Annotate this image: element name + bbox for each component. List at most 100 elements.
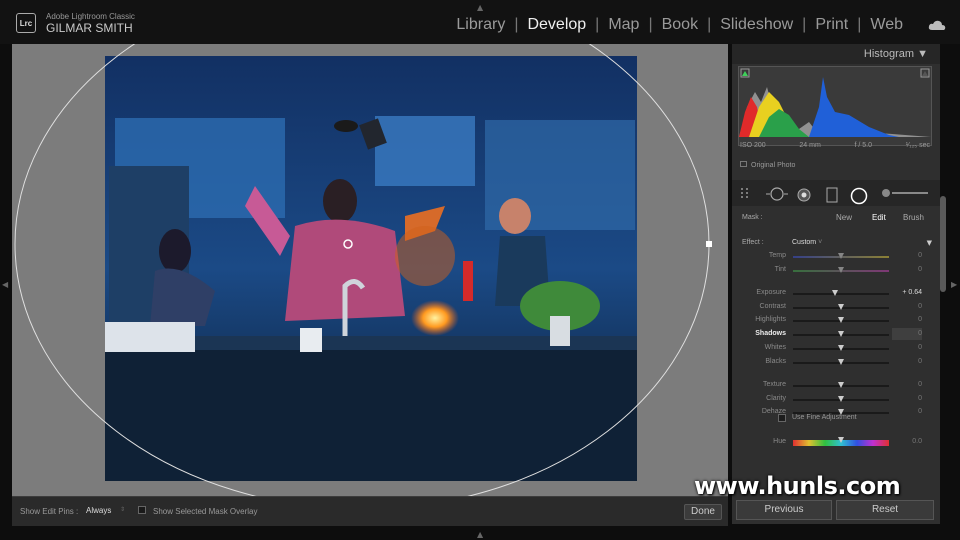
slider-value[interactable]: 0 [918, 252, 922, 259]
adjustment-brush-icon[interactable] [880, 187, 930, 199]
slider-thumb[interactable] [832, 290, 839, 296]
show-edit-pins-dropdown[interactable]: Always [86, 506, 111, 515]
mask-row: Mask : New Edit Brush [732, 210, 940, 226]
slider-value[interactable]: 0 [918, 358, 922, 365]
slider-track[interactable] [793, 267, 889, 273]
slider-value[interactable]: 0 [918, 316, 922, 323]
slider-value[interactable]: 0.0 [912, 438, 922, 445]
radial-filter-icon[interactable] [850, 187, 868, 205]
mask-new-option[interactable]: New [836, 213, 852, 222]
slider-row-whites: Whites 0 [732, 342, 940, 355]
module-picker: Library | Develop | Map | Book | Slideshow | … [447, 16, 912, 34]
grid-icon[interactable] [740, 187, 750, 199]
slider-label: Whites [764, 344, 786, 351]
slider-track[interactable] [793, 382, 889, 388]
effect-dropdown-text: Custom [792, 239, 817, 246]
original-photo-label: Original Photo [751, 162, 796, 169]
top-panel-toggle-icon[interactable]: ▲ [477, 3, 483, 12]
slider-track[interactable] [793, 331, 889, 337]
histogram-title-text: Histogram [863, 48, 915, 60]
mask-brush-option[interactable]: Brush [903, 213, 924, 222]
reset-button[interactable]: Reset [836, 500, 934, 520]
histogram[interactable] [738, 66, 932, 146]
slider-thumb[interactable] [838, 396, 844, 402]
module-develop[interactable]: Develop [518, 16, 595, 34]
graduated-filter-icon[interactable] [826, 187, 838, 203]
histogram-graph [739, 68, 931, 137]
slider-label: Exposure [756, 289, 786, 296]
fine-adjustment-row[interactable]: Use Fine Adjustment [778, 412, 938, 426]
slider-value[interactable]: 0 [918, 303, 922, 310]
slider-value[interactable]: 0 [918, 395, 922, 402]
dropdown-stepper-icon[interactable]: ⇕ [120, 506, 125, 513]
module-library[interactable]: Library [447, 16, 514, 34]
cloud-icon[interactable] [928, 20, 946, 30]
panel-scrollbar[interactable] [940, 196, 946, 292]
chevron-down-icon: ˅ [818, 239, 823, 246]
show-overlay-label: Show Selected Mask Overlay [153, 507, 258, 516]
slider-track[interactable] [793, 359, 889, 365]
original-photo-row[interactable]: Original Photo [740, 161, 795, 169]
slider-row-clarity: Clarity 0 [732, 393, 940, 406]
mask-handle[interactable] [706, 241, 712, 247]
identity-plate: Adobe Lightroom Classic GILMAR SMITH [46, 12, 135, 35]
mask-label: Mask : [742, 214, 763, 221]
slider-label: Blacks [765, 358, 786, 365]
slider-thumb[interactable] [838, 304, 844, 310]
tool-strip [732, 180, 940, 206]
slider-row-blacks: Blacks 0 [732, 356, 940, 369]
slider-thumb[interactable] [838, 345, 844, 351]
module-web[interactable]: Web [861, 16, 912, 34]
fine-adjustment-label: Use Fine Adjustment [792, 414, 857, 421]
slider-value[interactable]: 0 [918, 266, 922, 273]
radial-mask-overlay[interactable] [12, 44, 728, 496]
panel-button-row: Previous Reset [732, 498, 940, 524]
right-panel-toggle-icon[interactable]: ▶ [951, 280, 957, 289]
slider-value[interactable]: 0 [918, 381, 922, 388]
original-photo-checkbox[interactable] [740, 161, 747, 167]
effect-dropdown[interactable]: Custom ˅ [792, 239, 822, 246]
spot-removal-icon[interactable] [766, 187, 788, 201]
slider-label: Contrast [759, 303, 786, 310]
image-canvas[interactable] [12, 44, 728, 496]
red-eye-icon[interactable] [796, 187, 812, 203]
slider-thumb[interactable] [838, 253, 844, 259]
slider-thumb[interactable] [838, 331, 844, 337]
slider-track[interactable] [793, 345, 889, 351]
show-overlay-checkbox[interactable] [138, 506, 146, 514]
slider-thumb[interactable] [838, 317, 844, 323]
module-slideshow[interactable]: Slideshow [711, 16, 802, 34]
slider-thumb[interactable] [838, 267, 844, 273]
slider-thumb[interactable] [838, 382, 844, 388]
previous-button[interactable]: Previous [736, 500, 832, 520]
bottom-panel-toggle-icon[interactable]: ▲ [477, 530, 483, 539]
slider-track[interactable] [793, 290, 889, 296]
module-map[interactable]: Map [599, 16, 648, 34]
done-button[interactable]: Done [684, 504, 722, 520]
mask-edit-option[interactable]: Edit [872, 213, 886, 222]
slider-track[interactable] [793, 317, 889, 323]
effect-row: Effect : Custom ˅ ▼ [732, 236, 940, 250]
histogram-header[interactable]: Histogram ▼ [732, 44, 940, 64]
histogram-title: Histogram ▼ [863, 48, 928, 60]
slider-track[interactable] [793, 253, 889, 259]
slider-track[interactable] [793, 304, 889, 310]
left-panel-toggle-icon[interactable]: ◀ [2, 280, 8, 289]
exif-focal: 24 mm [799, 142, 821, 149]
collapse-triangle-icon[interactable]: ▼ [927, 239, 932, 247]
slider-track[interactable] [793, 437, 889, 446]
slider-thumb[interactable] [838, 437, 844, 443]
module-book[interactable]: Book [653, 16, 707, 34]
slider-value[interactable]: 0 [918, 330, 922, 337]
slider-row-highlights: Highlights 0 [732, 314, 940, 327]
fine-adjustment-checkbox[interactable] [778, 414, 786, 422]
slider-label: Hue [773, 438, 786, 445]
exif-aperture: f / 5.0 [854, 142, 873, 149]
slider-label: Temp [768, 252, 786, 259]
slider-thumb[interactable] [838, 359, 844, 365]
module-print[interactable]: Print [806, 16, 857, 34]
exif-shutter: ¹⁄₁₂₅ sec [905, 142, 930, 149]
slider-track[interactable] [793, 396, 889, 402]
slider-value[interactable]: 0 [918, 344, 922, 351]
slider-value[interactable]: + 0.64 [902, 289, 922, 296]
